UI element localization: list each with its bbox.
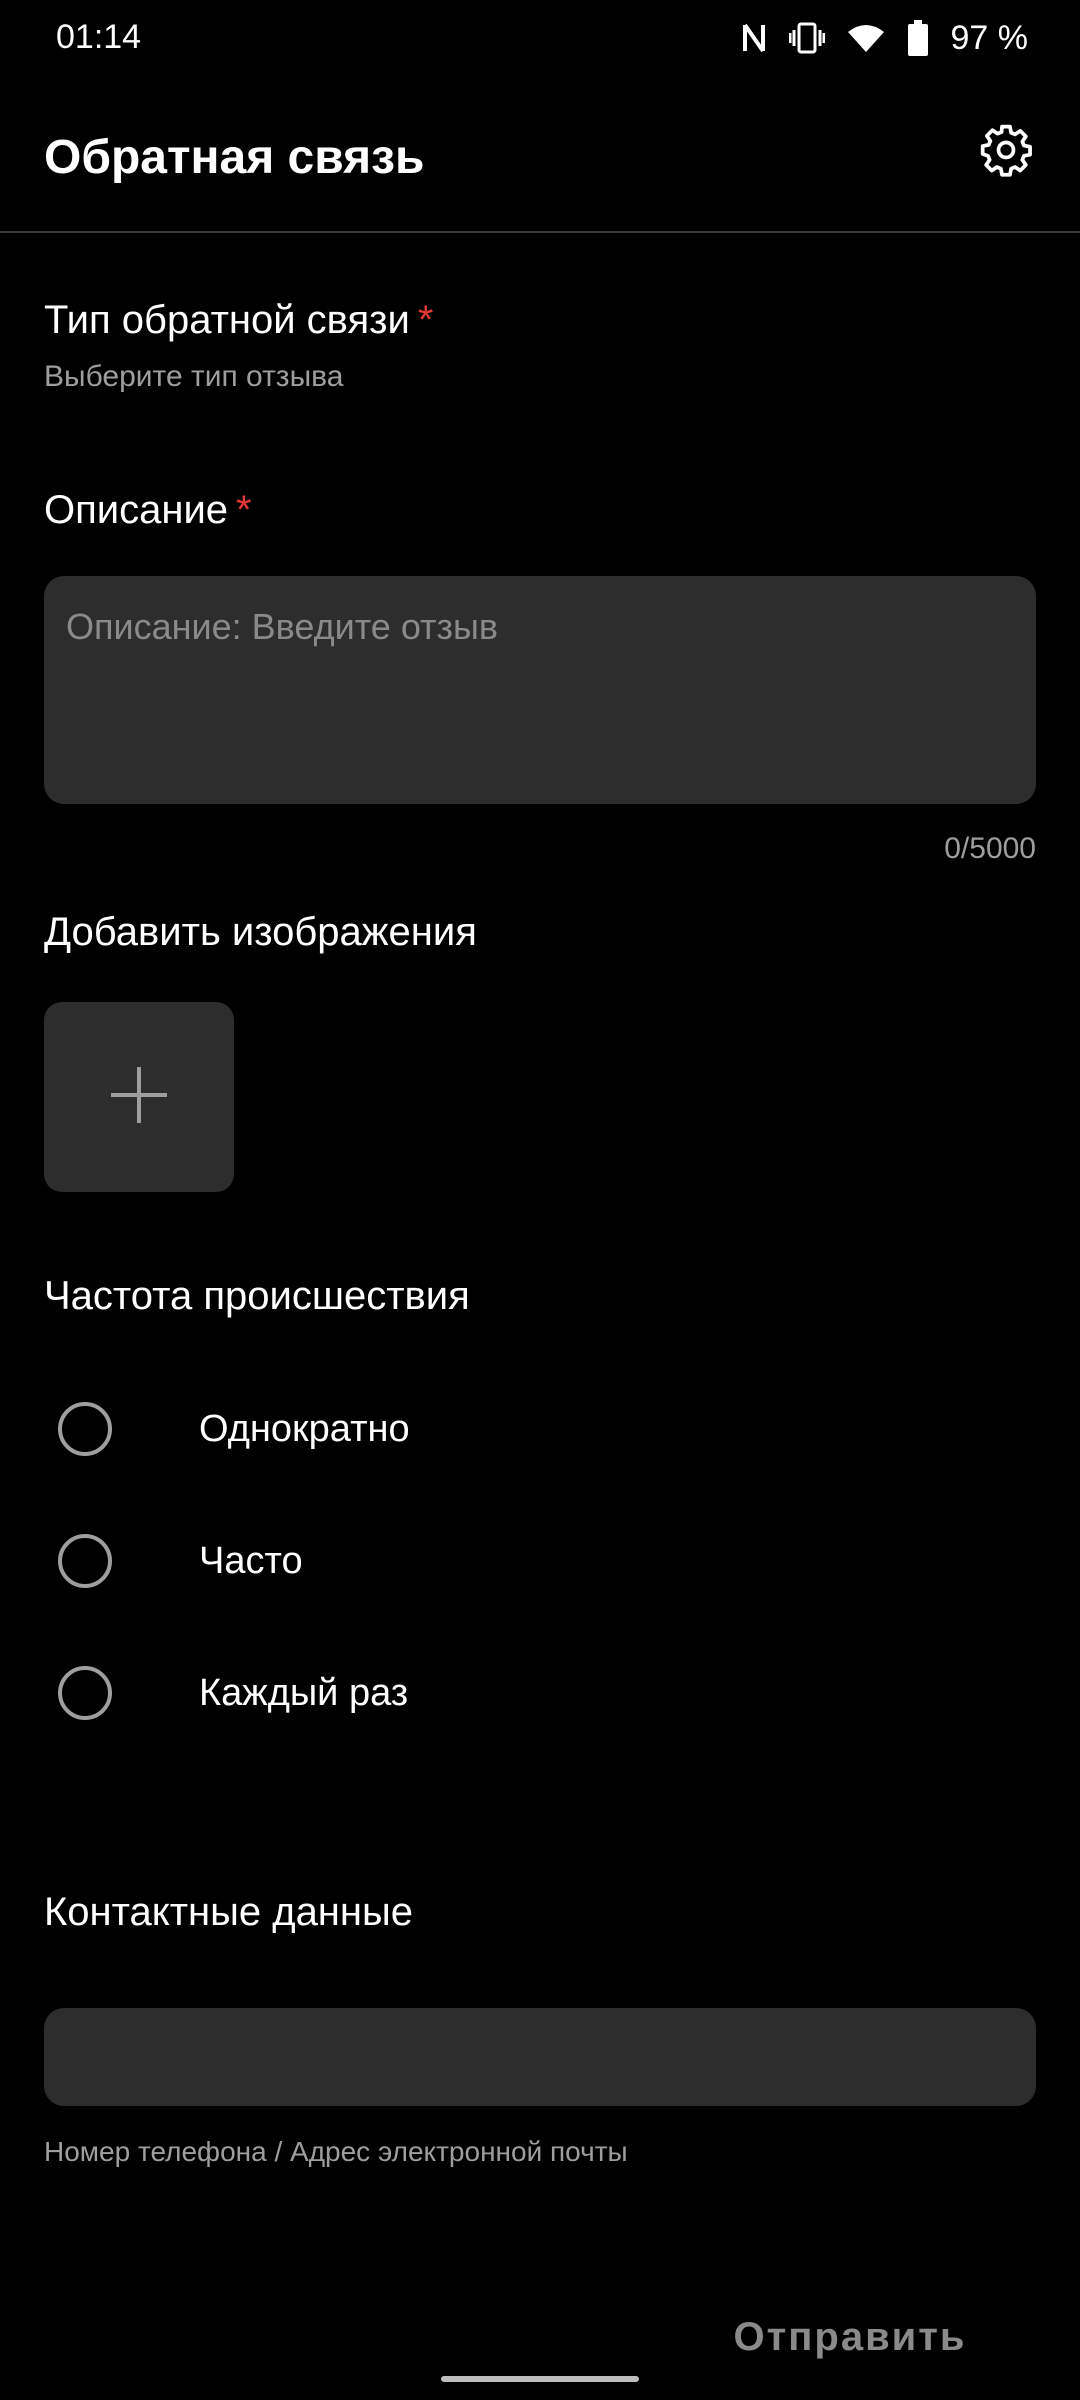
nfc-icon xyxy=(741,21,767,55)
page-title: Обратная связь xyxy=(44,131,425,184)
gear-icon xyxy=(978,122,1034,183)
frequency-label: Частота происшествия xyxy=(44,1274,470,1318)
feedback-type-selector[interactable]: Тип обратной связи * xyxy=(44,298,433,343)
radio-label: Часто xyxy=(199,1540,303,1582)
submit-button[interactable]: Отправить xyxy=(700,2315,1000,2375)
frequency-option-every-time[interactable]: Каждый раз xyxy=(44,1638,1036,1748)
required-mark: * xyxy=(236,488,252,532)
contact-label: Контактные данные xyxy=(44,1890,413,1934)
radio-label: Каждый раз xyxy=(199,1672,409,1714)
description-label: Описание xyxy=(44,488,229,532)
frequency-option-once[interactable]: Однократно xyxy=(44,1374,1036,1484)
battery-icon xyxy=(907,20,929,56)
radio-label: Однократно xyxy=(199,1408,410,1450)
header-divider xyxy=(0,231,1080,233)
contact-input[interactable] xyxy=(44,2008,1036,2106)
contact-hint: Номер телефона / Адрес электронной почты xyxy=(44,2136,628,2167)
radio-button[interactable] xyxy=(58,1534,112,1588)
required-mark: * xyxy=(417,298,434,342)
status-icons: 97 % xyxy=(741,16,1029,60)
vibrate-icon xyxy=(788,21,825,55)
character-counter: 0/5000 xyxy=(944,832,1036,865)
frequency-option-often[interactable]: Часто xyxy=(44,1506,1036,1616)
add-image-button[interactable] xyxy=(44,1002,234,1192)
feedback-type-hint: Выберите тип отзыва xyxy=(44,360,344,393)
app-bar: Обратная связь xyxy=(0,90,1080,232)
radio-button[interactable] xyxy=(58,1666,112,1720)
settings-button[interactable] xyxy=(974,120,1038,184)
navigation-handle[interactable] xyxy=(441,2376,639,2382)
plus-icon xyxy=(109,1065,169,1130)
feedback-type-label: Тип обратной связи xyxy=(44,298,410,342)
status-time: 01:14 xyxy=(56,18,142,56)
wifi-icon xyxy=(847,23,885,53)
description-heading: Описание * xyxy=(44,488,252,533)
feedback-screen: 01:14 97 % Обратная связь Тип обратной с… xyxy=(0,0,1080,2400)
status-bar: 01:14 97 % xyxy=(0,0,1080,80)
battery-percent: 97 % xyxy=(950,18,1029,57)
radio-button[interactable] xyxy=(58,1402,112,1456)
description-placeholder: Описание: Введите отзыв xyxy=(66,606,499,647)
description-field[interactable]: Описание: Введите отзыв xyxy=(44,576,1036,804)
add-images-label: Добавить изображения xyxy=(44,910,477,954)
